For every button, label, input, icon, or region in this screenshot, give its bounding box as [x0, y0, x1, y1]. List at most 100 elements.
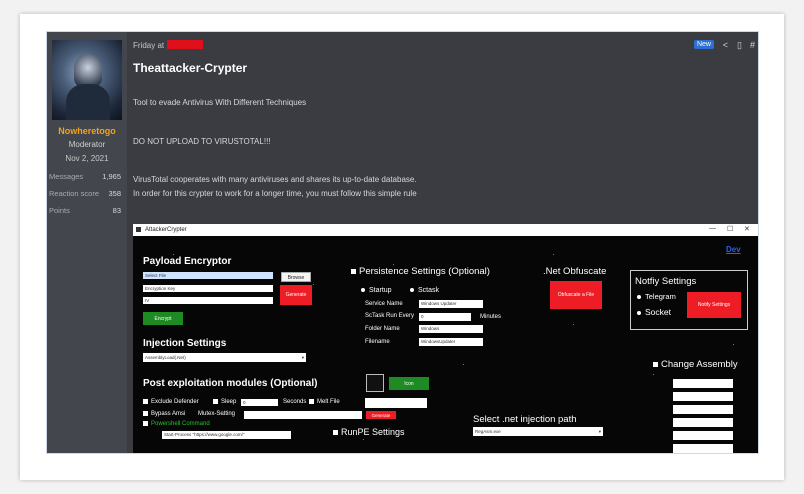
payload-encryptor-heading: Payload Encryptor	[143, 256, 232, 267]
exclude-defender-checkbox[interactable]: Exclude Defender	[143, 399, 199, 405]
share-icon[interactable]: <	[723, 40, 728, 50]
mutex-setting-label: Mutex-Setting	[198, 411, 236, 417]
post-number-icon[interactable]: #	[750, 40, 755, 50]
filename-input[interactable]: WindowsUpdater	[419, 338, 483, 346]
net-injection-path-select[interactable]: RegAsm.exe ▾	[473, 427, 603, 436]
assembly-field[interactable]	[673, 405, 733, 414]
powershell-label: Powershell Command	[151, 421, 210, 428]
telegram-label: Telegram	[645, 292, 676, 301]
sleep-checkbox[interactable]: Sleep	[213, 399, 236, 405]
generate-button[interactable]: Generate	[280, 285, 312, 305]
user-role: Moderator	[68, 140, 106, 149]
net-injection-path-heading: Select .net injection path	[473, 414, 577, 425]
powershell-input[interactable]: Start-Process "https://www.google.com/"	[162, 431, 291, 439]
persistence-heading: Persistence Settings (Optional)	[359, 266, 490, 277]
filename-label: Filename	[365, 339, 390, 345]
file-path-input[interactable]: Select File	[143, 272, 273, 279]
minimize-icon[interactable]: —	[709, 225, 716, 232]
run-every-label: ScTask Run Every	[365, 313, 415, 319]
avatar[interactable]	[52, 40, 122, 120]
change-assembly-checkbox[interactable]: Change Assembly	[653, 359, 738, 370]
sleep-stepper[interactable]: 0	[241, 399, 278, 406]
checkbox-box	[143, 399, 148, 404]
astronaut-body-icon	[66, 84, 110, 120]
background-star	[553, 254, 554, 255]
crypter-window: AttackerCrypter — ☐ ✕ Dev Payload Encryp…	[133, 224, 758, 453]
notify-settings-heading: Notfiy Settings	[635, 276, 697, 287]
encrypt-button[interactable]: Encrypt	[143, 312, 183, 325]
icon-path-input[interactable]	[365, 398, 427, 408]
stat-label: Reaction score	[49, 189, 100, 198]
socket-radio[interactable]: Socket	[637, 307, 671, 317]
maximize-icon[interactable]: ☐	[727, 225, 733, 233]
assembly-field[interactable]	[673, 379, 733, 388]
notify-settings-button[interactable]: Notify Settings	[687, 292, 741, 318]
assembly-field[interactable]	[673, 418, 733, 427]
encryption-key-input[interactable]: Encryption Key	[143, 285, 273, 292]
sleep-label: Sleep	[221, 399, 237, 406]
checkbox-box	[309, 399, 314, 404]
sctask-radio[interactable]: Sctask	[410, 287, 439, 294]
username[interactable]: Nowheretogo	[47, 126, 127, 136]
minutes-label: Minutes	[480, 314, 502, 320]
injection-method-select[interactable]: AssemblyLoad(.Net) ▾	[143, 353, 306, 362]
stat-points: Points 83	[49, 206, 121, 215]
net-injection-path-value: RegAsm.exe	[475, 429, 501, 434]
post-text-line: VirusTotal cooperates with many antiviru…	[133, 175, 417, 184]
post-text-line: DO NOT UPLOAD TO VIRUSTOTAL!!!	[133, 137, 271, 146]
bookmark-icon[interactable]: ▯	[737, 40, 742, 51]
stat-label: Messages	[49, 172, 84, 181]
checkbox-box	[143, 411, 148, 416]
radio-dot	[637, 310, 641, 315]
sctask-label: Sctask	[418, 287, 440, 294]
radio-dot	[410, 288, 414, 293]
change-assembly-label: Change Assembly	[661, 359, 738, 370]
assembly-field[interactable]	[673, 444, 733, 453]
folder-name-label: Folder Name	[365, 326, 400, 332]
icon-button[interactable]: Icon	[389, 377, 429, 390]
telegram-radio[interactable]: Telegram	[637, 292, 676, 301]
new-badge: New	[693, 40, 714, 49]
runpe-settings-label: RunPE Settings	[341, 427, 405, 437]
obfuscate-file-button[interactable]: Obfuscate a File	[550, 281, 602, 309]
background-star	[173, 254, 174, 255]
checkbox-box	[213, 399, 218, 404]
stat-reaction-score: Reaction score 358	[49, 189, 121, 198]
icon-preview	[366, 374, 384, 392]
bypass-amsi-label: Bypass Amsi	[151, 411, 186, 418]
astronaut-helmet-icon	[74, 54, 102, 88]
run-every-stepper[interactable]: 0	[419, 313, 471, 321]
post-exploitation-heading: Post exploitation modules (Optional)	[143, 378, 318, 389]
folder-name-input[interactable]: Windows	[419, 325, 483, 333]
injection-method-value: AssemblyLoad(.Net)	[145, 355, 186, 360]
persistence-checkbox[interactable]: Persistence Settings (Optional)	[351, 266, 490, 277]
dev-link[interactable]: Dev	[726, 245, 741, 254]
assembly-field[interactable]	[673, 392, 733, 401]
join-date: Nov 2, 2021	[65, 154, 109, 163]
post-date[interactable]: Friday at	[133, 41, 164, 50]
service-name-label: Service Name	[365, 301, 403, 307]
iv-input[interactable]: IV	[143, 297, 273, 304]
seconds-label: Seconds	[283, 399, 307, 405]
background-star	[573, 324, 574, 325]
stat-label: Points	[49, 206, 70, 215]
powershell-checkbox[interactable]: Powershell Command	[143, 421, 210, 427]
background-star	[363, 439, 364, 440]
checkbox-box	[653, 361, 658, 367]
post-text-line: Tool to evade Antivirus With Different T…	[133, 98, 307, 107]
startup-radio[interactable]: Startup	[361, 287, 392, 294]
bypass-amsi-checkbox[interactable]: Bypass Amsi	[143, 411, 185, 417]
mutex-input[interactable]	[244, 411, 362, 419]
assembly-field[interactable]	[673, 431, 733, 440]
service-name-input[interactable]: Windows Updater	[419, 300, 483, 308]
stat-messages: Messages 1,965	[49, 172, 121, 181]
melt-file-checkbox[interactable]: Melt File	[309, 399, 340, 405]
close-icon[interactable]: ✕	[744, 225, 750, 233]
runpe-settings-checkbox[interactable]: RunPE Settings	[333, 427, 405, 437]
checkbox-box	[333, 430, 338, 436]
post-title: Theattacker-Crypter	[133, 61, 248, 75]
browse-button[interactable]: Browse	[281, 272, 311, 282]
radio-dot	[637, 295, 641, 300]
window-title: AttackerCrypter	[145, 227, 187, 233]
mutex-generate-button[interactable]: Generate	[366, 411, 396, 419]
